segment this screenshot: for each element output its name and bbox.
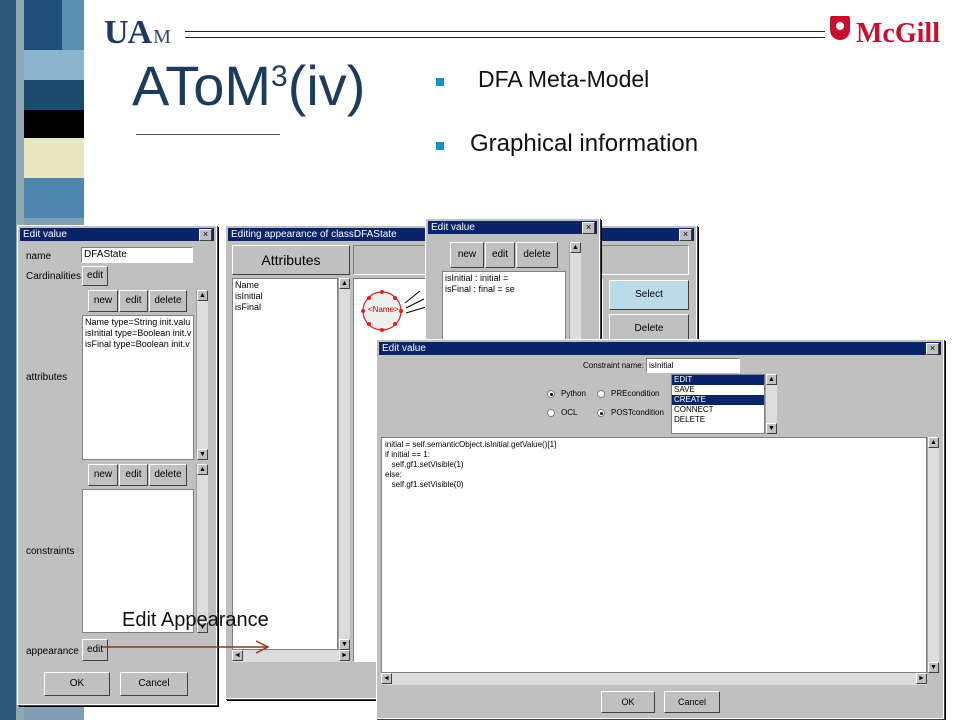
scroll-right-icon[interactable]: ► — [916, 673, 927, 684]
cardinalities-label: Cardinalities — [26, 271, 82, 282]
ocl-label: OCL — [561, 408, 578, 417]
close-icon[interactable]: × — [926, 343, 939, 355]
bullet-square-icon — [436, 78, 444, 86]
delete-constraint-button[interactable]: delete — [149, 464, 187, 486]
python-radio[interactable] — [547, 390, 555, 398]
bullet-text: DFA Meta-Model — [478, 66, 650, 92]
bullet-square-icon — [436, 142, 444, 150]
list-item[interactable]: isInitial — [235, 291, 335, 302]
list-item[interactable]: Name — [235, 280, 335, 291]
constraint-name-field[interactable]: isInitial — [646, 358, 740, 373]
list-item[interactable]: SAVE — [672, 385, 764, 395]
code-line: initial = self.semanticObject.isInitial.… — [385, 440, 557, 449]
precondition-radio[interactable] — [597, 390, 605, 398]
attributes-label: attributes — [26, 372, 68, 383]
constraint-name-label: Constraint name: — [583, 361, 644, 370]
header-rule-bottom — [185, 37, 825, 38]
node-name-label: <Name> — [368, 305, 399, 314]
close-icon[interactable]: × — [679, 229, 692, 241]
title-underline — [136, 134, 280, 135]
code-line: self.gf1.setVisible(1) — [385, 460, 464, 469]
window-titlebar: Edit value × — [428, 221, 597, 234]
delete-attribute-button[interactable]: delete — [149, 290, 187, 312]
uam-logo: UA M — [104, 14, 171, 51]
list-item[interactable]: isFinal — [235, 302, 335, 313]
list-item[interactable]: isInitial type=Boolean init.v — [85, 328, 191, 339]
edit-constraint-button[interactable]: edit — [119, 464, 148, 486]
list-item[interactable]: CREATE — [672, 395, 764, 405]
scroll-up-icon[interactable]: ▲ — [570, 242, 581, 253]
python-label: Python — [561, 389, 586, 398]
name-label: name — [26, 251, 52, 262]
attributes-scrollbar[interactable]: ▲ ▼ — [196, 290, 208, 460]
constraint-editor-window: Edit value × Constraint name: isInitial P… — [376, 339, 944, 719]
ok-button[interactable]: OK — [44, 672, 110, 696]
list-item[interactable]: EDIT — [672, 375, 764, 385]
scroll-down-icon[interactable]: ▼ — [339, 639, 350, 650]
attributes-header-button[interactable]: Attributes — [232, 245, 350, 275]
edit-button[interactable]: edit — [485, 242, 515, 268]
constraints-scrollbar[interactable]: ▲ ▼ — [196, 464, 208, 633]
cardinalities-edit-button[interactable]: edit — [82, 266, 108, 286]
scroll-up-icon[interactable]: ▲ — [339, 278, 350, 289]
select-tool-button[interactable]: Select — [609, 280, 689, 310]
cancel-button[interactable]: Cancel — [664, 691, 720, 713]
page-title: AToM3(iv) — [132, 54, 366, 117]
scroll-up-icon[interactable]: ▲ — [197, 464, 208, 475]
postcondition-radio[interactable] — [597, 409, 605, 417]
list-item[interactable]: Name type=String init.valu — [85, 317, 191, 328]
edit-appearance-annotation: Edit Appearance — [122, 609, 269, 631]
close-icon[interactable]: × — [582, 222, 595, 234]
attributes-scrollbar[interactable]: ▲ ▼ — [338, 278, 350, 650]
code-line: self.gf1.setVisible(0) — [385, 480, 464, 489]
list-item[interactable]: CONNECT — [672, 405, 764, 415]
new-attribute-button[interactable]: new — [88, 290, 118, 312]
name-field[interactable]: DFAState — [81, 247, 193, 263]
scroll-right-icon[interactable]: ► — [339, 650, 350, 661]
new-constraint-button[interactable]: new — [88, 464, 118, 486]
scroll-down-icon[interactable]: ▼ — [197, 449, 208, 460]
scroll-up-icon[interactable]: ▲ — [766, 374, 777, 385]
cancel-button[interactable]: Cancel — [120, 672, 188, 696]
code-line: if initial == 1: — [385, 450, 430, 459]
precondition-label: PREcondition — [611, 389, 660, 398]
list-item[interactable]: isInitial : initial = — [445, 273, 563, 284]
scroll-up-icon[interactable]: ▲ — [928, 437, 939, 448]
postcondition-label: POSTcondition — [611, 408, 664, 417]
ocl-radio[interactable] — [547, 409, 555, 417]
header-rule-top — [185, 31, 825, 32]
appearance-label: appearance — [26, 646, 79, 657]
scroll-down-icon[interactable]: ▼ — [928, 662, 939, 673]
edit-attribute-button[interactable]: edit — [119, 290, 148, 312]
window-titlebar: Edit value × — [20, 228, 214, 241]
edit-value-window: Edit value × name DFAState Cardinalities … — [17, 225, 217, 705]
constraint-scrollbar[interactable]: ▲ — [569, 242, 581, 347]
code-hscrollbar[interactable]: ◄ ► — [381, 673, 927, 685]
mcgill-crest-icon — [830, 16, 850, 40]
bullet-text: Graphical information — [470, 130, 699, 157]
list-item[interactable]: isFinal type=Boolean init.v — [85, 339, 191, 350]
delete-button[interactable]: delete — [516, 242, 558, 268]
annotation-arrow-icon — [102, 640, 270, 654]
list-item[interactable]: DELETE — [672, 415, 764, 425]
event-scrollbar[interactable]: ▲ ▼ — [765, 374, 777, 434]
close-icon[interactable]: × — [199, 229, 212, 241]
attributes-list[interactable]: Name type=String init.valu isInitial typ… — [82, 315, 194, 460]
list-item[interactable]: isFinal : final = se — [445, 284, 563, 295]
constraints-label: constraints — [26, 546, 75, 557]
scroll-up-icon[interactable]: ▲ — [197, 290, 208, 301]
appearance-attributes-list[interactable]: Name isInitial isFinal — [232, 278, 338, 650]
ok-button[interactable]: OK — [601, 691, 655, 713]
code-vscrollbar[interactable]: ▲ ▼ — [927, 437, 939, 673]
code-editor[interactable]: initial = self.semanticObject.isInitial.… — [381, 437, 927, 673]
scroll-left-icon[interactable]: ◄ — [381, 673, 392, 684]
new-button[interactable]: new — [450, 242, 484, 268]
constraint-list[interactable]: isInitial : initial = isFinal : final = … — [442, 271, 566, 347]
scroll-down-icon[interactable]: ▼ — [766, 423, 777, 434]
code-line: else: — [385, 470, 402, 479]
mcgill-logo: McGill — [856, 18, 940, 49]
window-titlebar: Edit value × — [379, 342, 941, 355]
edit-value-constraints-window: Edit value × new edit delete isInitial : … — [425, 218, 600, 350]
event-list[interactable]: EDIT SAVE CREATE CONNECT DELETE — [671, 374, 765, 434]
